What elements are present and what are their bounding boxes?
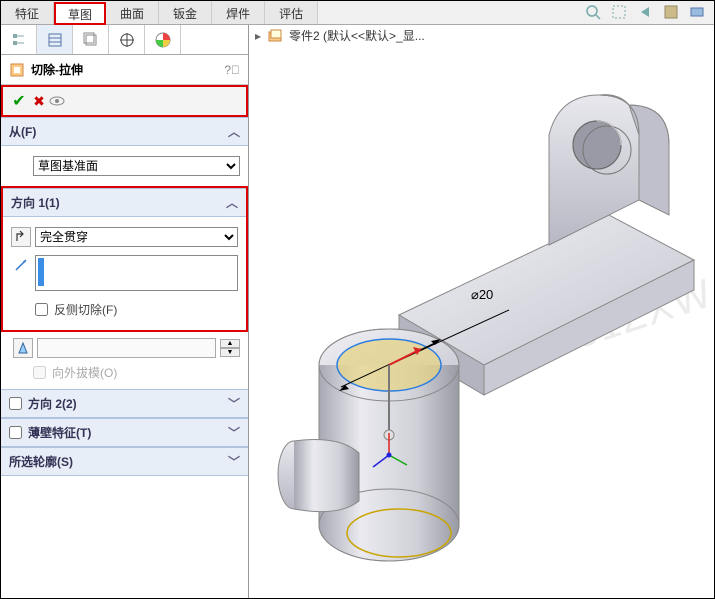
from-select[interactable]: 草图基准面: [33, 156, 240, 176]
section-from-header[interactable]: 从(F) ︿: [1, 117, 248, 146]
dir2-label: 方向 2(2): [28, 395, 77, 412]
draft-outward-label: 向外拔模(O): [52, 364, 117, 381]
draft-spinner: ▲ ▼: [220, 339, 240, 357]
panel-tab-dimxpert[interactable]: [109, 25, 145, 54]
section-view-icon[interactable]: [662, 3, 680, 21]
direction-selection-box[interactable]: [35, 255, 238, 291]
confirm-toolbar: ✔ ✖: [1, 85, 248, 117]
panel-tab-strip: [1, 25, 248, 55]
ok-button[interactable]: ✔: [9, 91, 29, 111]
draft-angle-input[interactable]: [37, 338, 216, 358]
tab-feature[interactable]: 特征: [1, 1, 54, 24]
cancel-button[interactable]: ✖: [29, 93, 49, 110]
section-dir1-label: 方向 1(1): [11, 194, 60, 211]
panel-tab-feature-tree[interactable]: [1, 25, 37, 54]
flip-side-row: 反侧切除(F): [35, 301, 238, 318]
selection-highlight: [38, 258, 44, 286]
panel-tab-appearance[interactable]: [145, 25, 181, 54]
draft-area: ▲ ▼ 向外拔模(O): [1, 332, 248, 389]
cut-extrude-icon: [9, 62, 25, 78]
prev-view-icon[interactable]: [636, 3, 654, 21]
chevron-up-icon[interactable]: ︿: [226, 194, 238, 211]
section-contours-header[interactable]: 所选轮廓(S) ﹀: [1, 447, 248, 476]
feature-title: 切除-拉伸: [31, 61, 224, 78]
flip-side-label: 反侧切除(F): [54, 301, 117, 318]
draft-outward-row: 向外拔模(O): [33, 364, 240, 381]
section-from-body: 草图基准面: [1, 146, 248, 186]
reverse-direction-button[interactable]: [11, 227, 31, 247]
tab-sheetmetal[interactable]: 钣金: [159, 1, 212, 24]
dimension-annotation[interactable]: ⌀20: [471, 287, 493, 303]
model-render: [249, 35, 715, 595]
thin-label: 薄壁特征(T): [28, 424, 91, 441]
thin-checkbox[interactable]: [9, 426, 22, 439]
dir2-checkbox[interactable]: [9, 397, 22, 410]
direction1-highlight-box: 方向 1(1) ︿ 完全贯穿: [1, 186, 248, 332]
section-dir1-header[interactable]: 方向 1(1) ︿: [3, 188, 246, 217]
section-dir2-header[interactable]: 方向 2(2) ﹀: [1, 389, 248, 418]
display-style-icon[interactable]: [688, 3, 706, 21]
tab-surface[interactable]: 曲面: [106, 1, 159, 24]
zoom-fit-icon[interactable]: [584, 3, 602, 21]
graphics-viewport[interactable]: ▸ 零件2 (默认<<默认>_显... 51ZXW.COM: [249, 25, 714, 598]
direction-vector-icon[interactable]: [11, 255, 31, 275]
panel-tab-property-manager[interactable]: [37, 25, 73, 54]
section-from-label: 从(F): [9, 123, 36, 140]
flip-side-checkbox[interactable]: [35, 303, 48, 316]
tab-weldment[interactable]: 焊件: [212, 1, 265, 24]
draft-outward-checkbox: [33, 366, 46, 379]
tab-sketch[interactable]: 草图: [54, 2, 106, 25]
chevron-up-icon[interactable]: ︿: [228, 123, 240, 140]
contours-label: 所选轮廓(S): [9, 453, 73, 470]
zoom-area-icon[interactable]: [610, 3, 628, 21]
chevron-down-icon[interactable]: ﹀: [228, 395, 240, 412]
section-dir1-body: 完全贯穿 反侧切除(F): [3, 217, 246, 326]
help-icon[interactable]: ?⃝: [224, 63, 240, 77]
end-condition-select[interactable]: 完全贯穿: [35, 227, 238, 247]
section-thin-header[interactable]: 薄壁特征(T) ﹀: [1, 418, 248, 447]
property-panel: 切除-拉伸 ?⃝ ✔ ✖ 从(F) ︿ 草图基准面 方向: [1, 25, 249, 598]
tab-evaluate[interactable]: 评估: [265, 1, 318, 24]
view-toolbar: [584, 3, 706, 21]
spin-down-button[interactable]: ▼: [220, 348, 240, 357]
draft-on-off-button[interactable]: [13, 338, 33, 358]
chevron-down-icon[interactable]: ﹀: [228, 424, 240, 441]
preview-toggle-icon[interactable]: [49, 95, 69, 107]
feature-title-bar: 切除-拉伸 ?⃝: [1, 55, 248, 85]
spin-up-button[interactable]: ▲: [220, 339, 240, 348]
chevron-down-icon[interactable]: ﹀: [228, 453, 240, 470]
panel-tab-config[interactable]: [73, 25, 109, 54]
